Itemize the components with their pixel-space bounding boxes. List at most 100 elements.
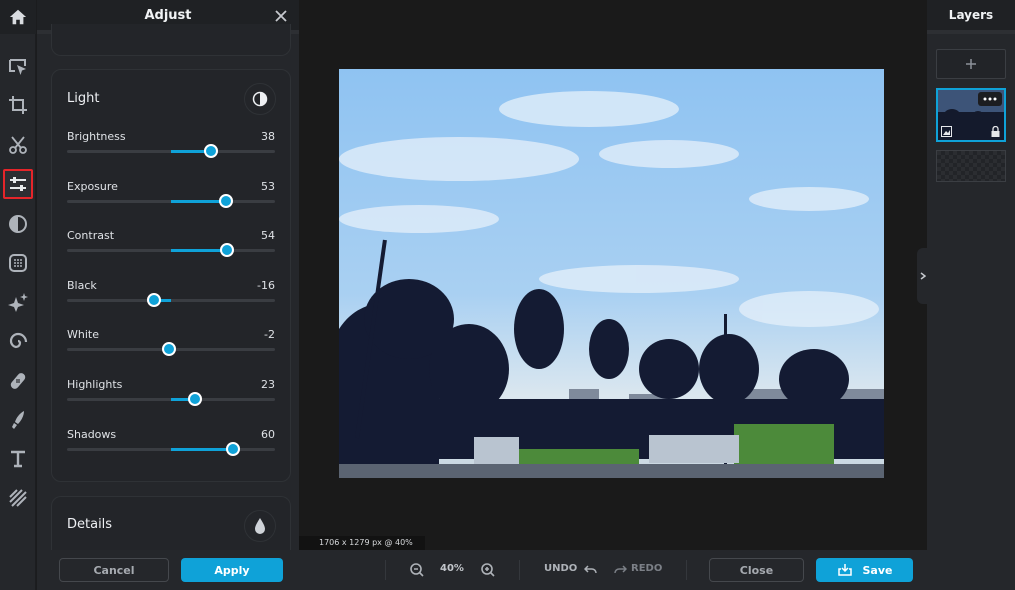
filters-tool-button[interactable] — [3, 209, 33, 239]
droplet-icon — [255, 518, 265, 534]
photo-editor: Adjust Light Brightness 38 Exposure 53 Contr… — [0, 0, 1015, 590]
save-button[interactable]: Save — [816, 558, 913, 582]
slider-label: Exposure — [67, 179, 118, 193]
zoom-out-icon[interactable] — [409, 562, 425, 578]
slider-value: 54 — [261, 229, 275, 243]
image-layer-icon — [941, 126, 952, 137]
tool-rail — [0, 0, 36, 590]
slider-thumb[interactable] — [147, 292, 162, 307]
slider-thumb[interactable] — [203, 144, 218, 158]
add-layer-button[interactable] — [936, 49, 1006, 79]
close-button[interactable]: Close — [709, 558, 804, 582]
slider-track[interactable] — [67, 441, 275, 456]
slider-fill — [171, 249, 228, 253]
home-icon — [9, 9, 27, 25]
details-section-title: Details — [67, 517, 113, 532]
cutout-tool-button[interactable] — [3, 130, 33, 160]
light-section-toggle[interactable] — [244, 83, 276, 115]
effects-tool-button[interactable] — [3, 248, 33, 278]
adjust-tool-button[interactable] — [3, 169, 33, 199]
slider-value: 38 — [261, 130, 275, 143]
slider-track[interactable] — [67, 243, 275, 258]
bottom-toolbar: 40% UNDO REDO Close Save — [299, 550, 927, 590]
slider-thumb[interactable] — [219, 193, 234, 208]
slider-track[interactable] — [67, 144, 275, 158]
dots-grid-icon — [9, 254, 27, 272]
layer-item-transparent[interactable] — [936, 150, 1006, 182]
undo-label: UNDO — [544, 563, 578, 574]
redo-label: REDO — [631, 563, 663, 574]
redo-button[interactable]: REDO — [613, 558, 669, 582]
brush-icon — [12, 411, 24, 429]
crop-tool-button[interactable] — [3, 90, 33, 120]
slider-brightness: Brightness 38 — [67, 130, 275, 170]
select-cursor-icon — [9, 59, 26, 75]
slider-track[interactable] — [67, 292, 275, 307]
half-circle-contrast-icon — [252, 91, 268, 107]
slider-thumb[interactable] — [161, 342, 176, 357]
slider-label: Highlights — [67, 378, 123, 391]
slider-thumb[interactable] — [187, 392, 202, 406]
retouch-tool-button[interactable] — [3, 366, 33, 396]
toolbar-divider — [686, 560, 687, 580]
more-dots-icon — [983, 97, 997, 101]
slider-track[interactable] — [67, 392, 275, 406]
undo-icon — [584, 565, 597, 574]
image-info: 1706 x 1279 px @ 40% — [299, 536, 425, 550]
diagonal-stripes-icon — [9, 489, 27, 507]
slider-thumb[interactable] — [226, 441, 241, 456]
slider-shadows: Shadows 60 — [67, 428, 275, 468]
close-icon[interactable] — [273, 8, 289, 24]
slider-label: White — [67, 328, 99, 342]
layer-item-photo[interactable] — [936, 88, 1006, 142]
layers-title: Layers — [948, 8, 994, 22]
apply-button[interactable]: Apply — [181, 558, 283, 582]
panel-title: Adjust — [144, 7, 192, 23]
slider-label: Contrast — [67, 229, 115, 243]
canvas-area: 1706 x 1279 px @ 40% — [299, 0, 929, 550]
zoom-in-icon[interactable] — [480, 562, 496, 578]
select-tool-button[interactable] — [3, 52, 33, 82]
details-section-toggle[interactable] — [244, 510, 276, 542]
textures-tool-button[interactable] — [3, 483, 33, 513]
toolbar-divider — [385, 560, 386, 580]
spiral-icon — [9, 332, 28, 349]
photo-image — [339, 69, 884, 478]
slider-value: -16 — [257, 278, 275, 292]
lock-icon[interactable] — [991, 126, 1000, 137]
slider-thumb[interactable] — [220, 243, 235, 258]
slider-exposure: Exposure 53 — [67, 180, 275, 220]
light-section-title: Light — [67, 91, 100, 106]
distort-tool-button[interactable] — [3, 326, 33, 356]
slider-value: -2 — [264, 328, 275, 342]
chevron-right-icon — [920, 272, 926, 280]
slider-track[interactable] — [67, 193, 275, 208]
crop-icon — [9, 96, 27, 114]
slider-value: 53 — [261, 179, 275, 193]
photo-preview[interactable] — [339, 69, 884, 478]
slider-track[interactable] — [67, 342, 275, 357]
slider-fill — [171, 199, 227, 203]
paint-tool-button[interactable] — [3, 405, 33, 435]
slider-value: 60 — [261, 427, 275, 441]
slider-white: White -2 — [67, 328, 275, 368]
previous-section-card — [51, 24, 291, 56]
half-circle-icon — [9, 215, 27, 233]
redo-icon — [614, 565, 627, 574]
slider-label: Brightness — [67, 130, 126, 143]
slider-value: 23 — [261, 378, 275, 391]
magic-tool-button[interactable] — [3, 287, 33, 317]
slider-contrast: Contrast 54 — [67, 229, 275, 269]
plus-icon — [966, 59, 976, 69]
scissors-icon — [9, 136, 27, 154]
cancel-button[interactable]: Cancel — [59, 558, 169, 582]
zoom-level: 40% — [440, 563, 464, 574]
slider-black: Black -16 — [67, 279, 275, 319]
layer-options-button[interactable] — [978, 92, 1002, 106]
undo-button[interactable]: UNDO — [544, 558, 600, 582]
save-label: Save — [862, 563, 893, 577]
home-button[interactable] — [0, 0, 36, 34]
text-tool-button[interactable] — [3, 444, 33, 474]
layers-header: Layers — [927, 0, 1015, 34]
light-section: Light Brightness 38 Exposure 53 Contrast 54 Bl… — [51, 69, 291, 482]
